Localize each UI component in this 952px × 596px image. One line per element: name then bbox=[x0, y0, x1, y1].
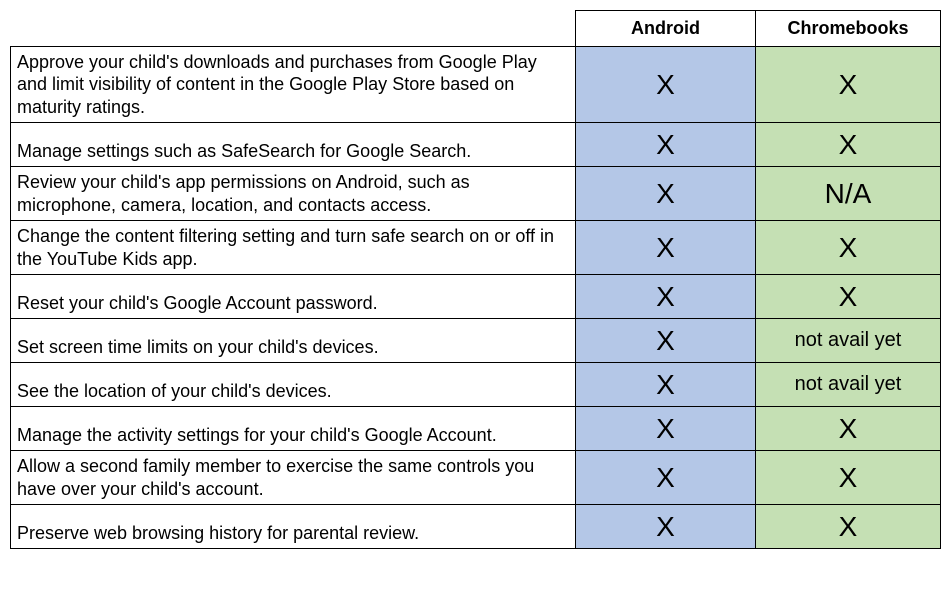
feature-description: Change the content filtering setting and… bbox=[11, 221, 576, 275]
corner-cell bbox=[11, 11, 576, 47]
feature-description: Manage the activity settings for your ch… bbox=[11, 407, 576, 451]
android-cell: X bbox=[576, 407, 756, 451]
table-row: Manage settings such as SafeSearch for G… bbox=[11, 123, 941, 167]
feature-description: Manage settings such as SafeSearch for G… bbox=[11, 123, 576, 167]
table-row: See the location of your child's devices… bbox=[11, 363, 941, 407]
android-cell: X bbox=[576, 451, 756, 505]
android-cell: X bbox=[576, 46, 756, 123]
feature-description: Review your child's app permissions on A… bbox=[11, 167, 576, 221]
android-cell: X bbox=[576, 319, 756, 363]
features-table: Android Chromebooks Approve your child's… bbox=[10, 10, 941, 549]
chromebooks-cell: X bbox=[756, 407, 941, 451]
android-cell: X bbox=[576, 123, 756, 167]
chromebooks-cell: X bbox=[756, 505, 941, 549]
header-row: Android Chromebooks bbox=[11, 11, 941, 47]
chromebooks-cell: X bbox=[756, 123, 941, 167]
chromebooks-cell: not avail yet bbox=[756, 319, 941, 363]
feature-description: Allow a second family member to exercise… bbox=[11, 451, 576, 505]
table-row: Review your child's app permissions on A… bbox=[11, 167, 941, 221]
chromebooks-cell: X bbox=[756, 451, 941, 505]
android-cell: X bbox=[576, 221, 756, 275]
feature-description: Approve your child's downloads and purch… bbox=[11, 46, 576, 123]
chromebooks-cell: X bbox=[756, 275, 941, 319]
feature-description: See the location of your child's devices… bbox=[11, 363, 576, 407]
chromebooks-cell: X bbox=[756, 46, 941, 123]
feature-description: Preserve web browsing history for parent… bbox=[11, 505, 576, 549]
table-row: Reset your child's Google Account passwo… bbox=[11, 275, 941, 319]
header-android: Android bbox=[576, 11, 756, 47]
table-row: Preserve web browsing history for parent… bbox=[11, 505, 941, 549]
android-cell: X bbox=[576, 275, 756, 319]
table-row: Approve your child's downloads and purch… bbox=[11, 46, 941, 123]
feature-description: Reset your child's Google Account passwo… bbox=[11, 275, 576, 319]
chromebooks-cell: not avail yet bbox=[756, 363, 941, 407]
android-cell: X bbox=[576, 505, 756, 549]
chromebooks-cell: X bbox=[756, 221, 941, 275]
table-row: Set screen time limits on your child's d… bbox=[11, 319, 941, 363]
table-row: Change the content filtering setting and… bbox=[11, 221, 941, 275]
android-cell: X bbox=[576, 363, 756, 407]
feature-description: Set screen time limits on your child's d… bbox=[11, 319, 576, 363]
android-cell: X bbox=[576, 167, 756, 221]
chromebooks-cell: N/A bbox=[756, 167, 941, 221]
table-row: Manage the activity settings for your ch… bbox=[11, 407, 941, 451]
header-chromebooks: Chromebooks bbox=[756, 11, 941, 47]
table-row: Allow a second family member to exercise… bbox=[11, 451, 941, 505]
